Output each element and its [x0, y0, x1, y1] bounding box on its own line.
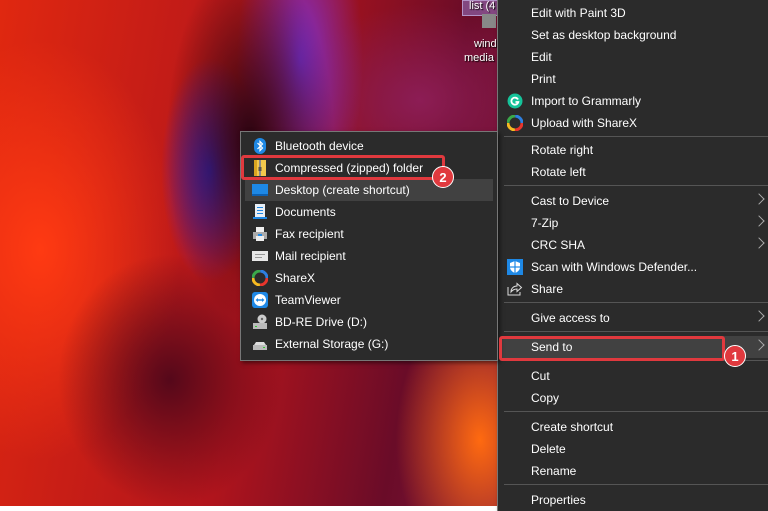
menu-item-label: Create shortcut — [531, 420, 614, 434]
fax-icon — [253, 227, 267, 241]
share-icon — [507, 282, 523, 296]
context-menu: Edit with Paint 3D Set as desktop backgr… — [497, 0, 768, 511]
menu-item-edit[interactable]: Edit — [502, 46, 768, 68]
menu-item-label: Cut — [531, 369, 550, 383]
send-to-highlight-box — [499, 336, 725, 361]
desktop-icon-label-list[interactable]: list (4 — [469, 0, 495, 12]
submenu-item-label: ShareX — [275, 271, 316, 285]
menu-item-label: Rename — [531, 464, 577, 478]
menu-item-properties[interactable]: Properties — [502, 489, 768, 511]
menu-item-label: Scan with Windows Defender... — [531, 260, 698, 274]
menu-item-label: Properties — [531, 493, 586, 507]
menu-item-label: Delete — [531, 442, 566, 456]
chevron-right-icon — [753, 193, 765, 205]
external-storage-icon — [253, 342, 267, 350]
menu-separator — [504, 136, 768, 137]
chevron-right-icon — [753, 237, 765, 249]
menu-item-label: Upload with ShareX — [531, 116, 638, 130]
menu-item-upload-sharex[interactable]: Upload with ShareX — [502, 112, 768, 134]
menu-item-print[interactable]: Print — [502, 68, 768, 90]
step-1-badge: 1 — [724, 345, 746, 367]
menu-item-7zip[interactable]: 7-Zip — [502, 212, 768, 234]
submenu-item-bluetooth[interactable]: Bluetooth device — [245, 135, 493, 157]
grammarly-icon — [507, 93, 523, 109]
menu-item-label: Set as desktop background — [531, 28, 677, 42]
chevron-right-icon — [753, 310, 765, 322]
menu-item-label: 7-Zip — [531, 216, 559, 230]
menu-item-edit-paint3d[interactable]: Edit with Paint 3D — [502, 2, 768, 24]
menu-item-cut[interactable]: Cut — [502, 365, 768, 387]
submenu-item-mail[interactable]: Mail recipient — [245, 245, 493, 267]
compressed-folder-highlight-box — [241, 155, 445, 180]
menu-item-copy[interactable]: Copy — [502, 387, 768, 409]
menu-item-label: Import to Grammarly — [531, 94, 642, 108]
menu-separator — [504, 331, 768, 332]
menu-separator — [504, 185, 768, 186]
submenu-item-label: TeamViewer — [275, 293, 341, 307]
menu-item-label: CRC SHA — [531, 238, 586, 252]
menu-item-share[interactable]: Share — [502, 278, 768, 300]
submenu-item-fax[interactable]: Fax recipient — [245, 223, 493, 245]
submenu-item-label: External Storage (G:) — [275, 337, 389, 351]
menu-item-label: Share — [531, 282, 564, 296]
menu-separator — [504, 411, 768, 412]
menu-item-label: Edit with Paint 3D — [531, 6, 626, 20]
desktop-icon — [252, 184, 268, 196]
menu-item-label: Rotate left — [531, 165, 586, 179]
documents-icon — [253, 204, 267, 219]
menu-item-label: Edit — [531, 50, 552, 64]
submenu-item-label: Mail recipient — [275, 249, 346, 263]
menu-item-rotate-right[interactable]: Rotate right — [502, 139, 768, 161]
bluetooth-icon — [254, 138, 266, 154]
submenu-item-label: Desktop (create shortcut) — [275, 183, 410, 197]
submenu-item-documents[interactable]: Documents — [245, 201, 493, 223]
desktop-icon-label-line1[interactable]: wind — [474, 38, 497, 50]
menu-item-label: Give access to — [531, 311, 610, 325]
menu-item-rename[interactable]: Rename — [502, 460, 768, 482]
submenu-item-label: Fax recipient — [275, 227, 344, 241]
menu-separator — [504, 302, 768, 303]
step-2-badge: 2 — [432, 166, 454, 188]
sharex-icon — [252, 270, 268, 286]
desktop-icon-label-line2[interactable]: media — [464, 52, 494, 64]
menu-item-give-access[interactable]: Give access to — [502, 307, 768, 329]
menu-item-rotate-left[interactable]: Rotate left — [502, 161, 768, 183]
menu-item-cast-to-device[interactable]: Cast to Device — [502, 190, 768, 212]
menu-item-delete[interactable]: Delete — [502, 438, 768, 460]
submenu-item-teamviewer[interactable]: TeamViewer — [245, 289, 493, 311]
menu-item-scan-defender[interactable]: Scan with Windows Defender... — [502, 256, 768, 278]
submenu-item-label: BD-RE Drive (D:) — [275, 315, 367, 329]
menu-separator — [504, 484, 768, 485]
submenu-item-desktop[interactable]: Desktop (create shortcut) — [245, 179, 493, 201]
menu-item-label: Print — [531, 72, 556, 86]
menu-item-label: Copy — [531, 391, 560, 405]
submenu-item-label: Bluetooth device — [275, 139, 364, 153]
submenu-item-external-storage[interactable]: External Storage (G:) — [245, 333, 493, 355]
bd-drive-icon — [253, 314, 267, 329]
chevron-right-icon — [753, 339, 765, 351]
submenu-item-label: Documents — [275, 205, 336, 219]
teamviewer-icon — [252, 292, 268, 308]
submenu-item-bd-drive[interactable]: BD-RE Drive (D:) — [245, 311, 493, 333]
menu-item-import-grammarly[interactable]: Import to Grammarly — [502, 90, 768, 112]
menu-item-label: Cast to Device — [531, 194, 610, 208]
submenu-item-sharex[interactable]: ShareX — [245, 267, 493, 289]
chevron-right-icon — [753, 215, 765, 227]
menu-item-crc-sha[interactable]: CRC SHA — [502, 234, 768, 256]
menu-item-create-shortcut[interactable]: Create shortcut — [502, 416, 768, 438]
desktop-icon-thumbnail[interactable] — [482, 14, 496, 28]
menu-item-label: Rotate right — [531, 143, 594, 157]
sharex-icon — [507, 115, 523, 131]
menu-item-set-desktop-background[interactable]: Set as desktop background — [502, 24, 768, 46]
mail-icon — [252, 251, 268, 261]
windows-defender-icon — [507, 259, 523, 275]
